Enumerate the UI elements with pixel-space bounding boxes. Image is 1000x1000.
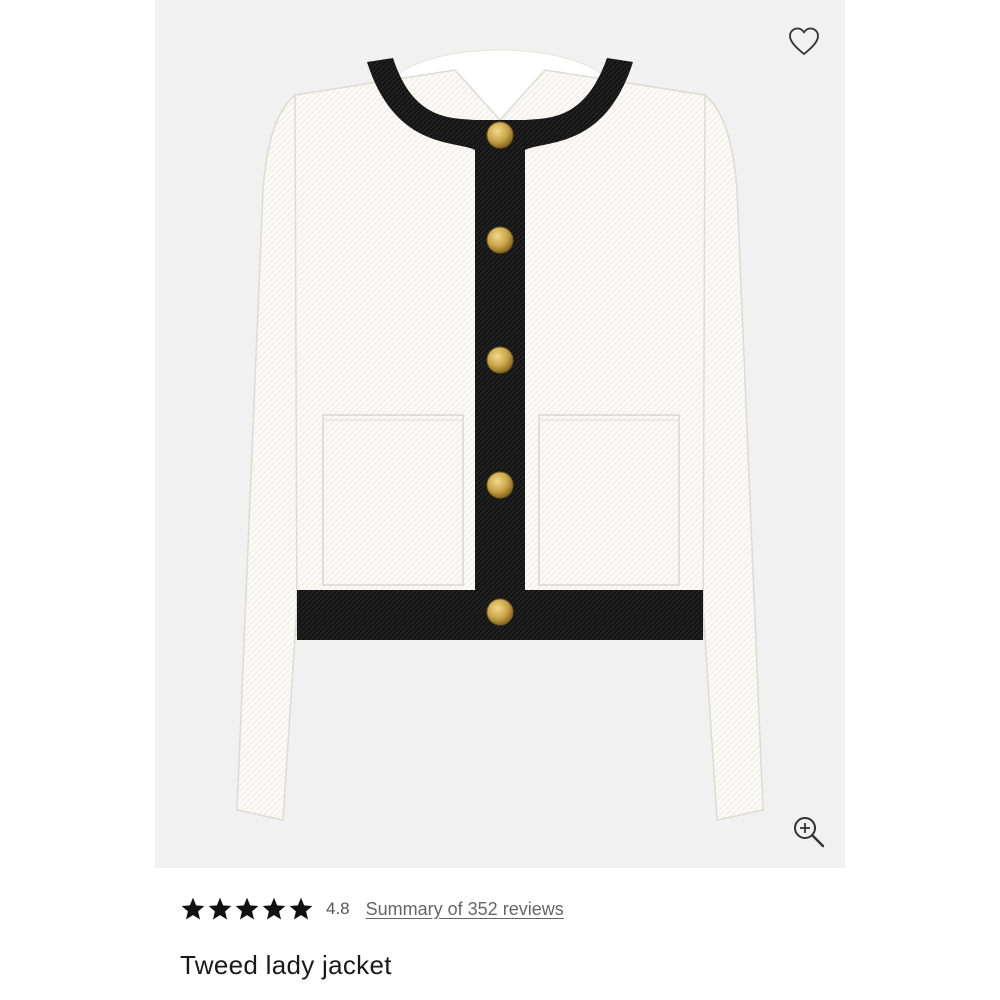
reviews-summary-link[interactable]: Summary of 352 reviews [366, 899, 564, 920]
product-title[interactable]: Tweed lady jacket [180, 950, 392, 981]
rating-value: 4.8 [326, 899, 350, 918]
star-filled-icon [261, 896, 287, 922]
rating-summary: 4.8 Summary of 352 reviews [180, 893, 564, 925]
star-filled-icon [234, 896, 260, 922]
star-filled-icon [180, 896, 206, 922]
product-image[interactable] [155, 0, 845, 868]
jacket-illustration [236, 49, 764, 821]
product-card: 4.8 Summary of 352 reviews Tweed lady ja… [155, 0, 845, 1000]
wishlist-button[interactable] [787, 26, 821, 56]
star-filled-icon [288, 896, 314, 922]
heart-outline-icon [789, 27, 819, 55]
star-rating [180, 896, 314, 922]
zoom-in-icon [794, 817, 825, 848]
zoom-button[interactable] [791, 814, 827, 850]
star-filled-icon [207, 896, 233, 922]
